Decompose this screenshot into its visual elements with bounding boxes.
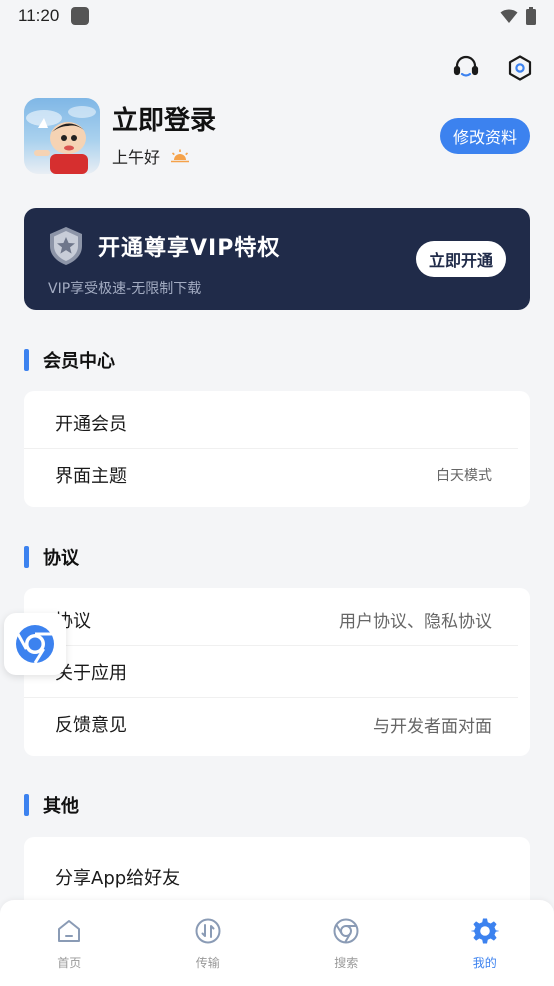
nav-label: 我的 <box>472 956 497 970</box>
list-item-label: 开通会员 <box>55 413 127 435</box>
nav-label: 传输 <box>195 956 220 970</box>
edit-profile-button[interactable]: 修改资料 <box>439 118 530 154</box>
nav-item-transfer[interactable]: 传输 <box>139 900 278 986</box>
section-accent-bar <box>24 546 29 568</box>
list-item-theme[interactable]: 界面主题 白天模式 <box>24 449 518 501</box>
vip-title: 开通尊享VIP特权 <box>98 236 281 261</box>
list-item-label: 分享App给好友 <box>55 868 181 889</box>
customer-service-icon[interactable] <box>450 52 482 84</box>
sunrise-icon <box>171 149 190 163</box>
status-bar: 11:20 <box>0 0 554 32</box>
vip-banner[interactable]: 开通尊享VIP特权 VIP享受极速-无限制下载 立即开通 <box>24 208 530 310</box>
agreement-card: 协议 用户协议、隐私协议 关于应用 反馈意见 与开发者面对面 <box>24 588 530 756</box>
profile-text: 立即登录 上午好 <box>112 104 216 168</box>
settings-icon[interactable] <box>504 52 536 84</box>
list-item-share[interactable]: 分享App给好友 <box>24 851 518 903</box>
browser-icon <box>16 625 54 664</box>
greeting-text: 上午好 <box>112 148 161 167</box>
wifi-icon <box>500 9 518 23</box>
gear-icon <box>470 916 500 946</box>
top-actions <box>450 52 536 84</box>
nav-label: 首页 <box>57 956 82 970</box>
member-card: 开通会员 界面主题 白天模式 <box>24 391 530 507</box>
battery-icon <box>526 7 536 25</box>
bottom-navigation: 首页 传输 搜索 我的 <box>0 900 554 986</box>
list-item-agreement[interactable]: 协议 用户协议、隐私协议 <box>24 594 518 646</box>
section-title-agreement: 协议 <box>24 545 79 569</box>
theme-value: 白天模式 <box>436 468 492 484</box>
agreement-value: 用户协议、隐私协议 <box>339 612 492 632</box>
list-item-label: 界面主题 <box>55 466 127 487</box>
login-title[interactable]: 立即登录 <box>112 104 216 138</box>
list-item-label: 反馈意见 <box>55 715 127 736</box>
section-title-text: 协议 <box>43 548 79 569</box>
section-title-text: 其他 <box>43 796 79 817</box>
avatar[interactable] <box>24 98 100 174</box>
vip-subtitle: VIP享受极速-无限制下载 <box>48 281 202 297</box>
feedback-value: 与开发者面对面 <box>373 716 492 737</box>
section-accent-bar <box>24 349 29 371</box>
status-indicators <box>500 7 536 25</box>
section-title-text: 会员中心 <box>43 351 115 372</box>
section-title-member: 会员中心 <box>24 348 115 372</box>
open-vip-button[interactable]: 立即开通 <box>415 241 506 277</box>
app-notification-icon <box>71 7 90 25</box>
vip-badge-icon <box>50 227 82 265</box>
nav-label: 搜索 <box>334 956 359 970</box>
home-icon <box>54 916 84 946</box>
nav-item-search[interactable]: 搜索 <box>277 900 416 986</box>
nav-item-home[interactable]: 首页 <box>0 900 139 986</box>
floating-browser-button[interactable] <box>4 613 66 675</box>
status-time: 11:20 <box>18 6 60 25</box>
search-browser-icon <box>331 916 361 946</box>
section-title-other: 其他 <box>24 793 79 817</box>
list-item-about[interactable]: 关于应用 <box>24 646 518 698</box>
list-item-open-membership[interactable]: 开通会员 <box>24 397 518 449</box>
nav-item-mine[interactable]: 我的 <box>416 900 554 986</box>
transfer-icon <box>193 916 223 946</box>
list-item-feedback[interactable]: 反馈意见 与开发者面对面 <box>24 698 518 750</box>
profile-header: 立即登录 上午好 修改资料 <box>24 98 530 174</box>
section-accent-bar <box>24 794 29 816</box>
greeting: 上午好 <box>112 144 216 168</box>
